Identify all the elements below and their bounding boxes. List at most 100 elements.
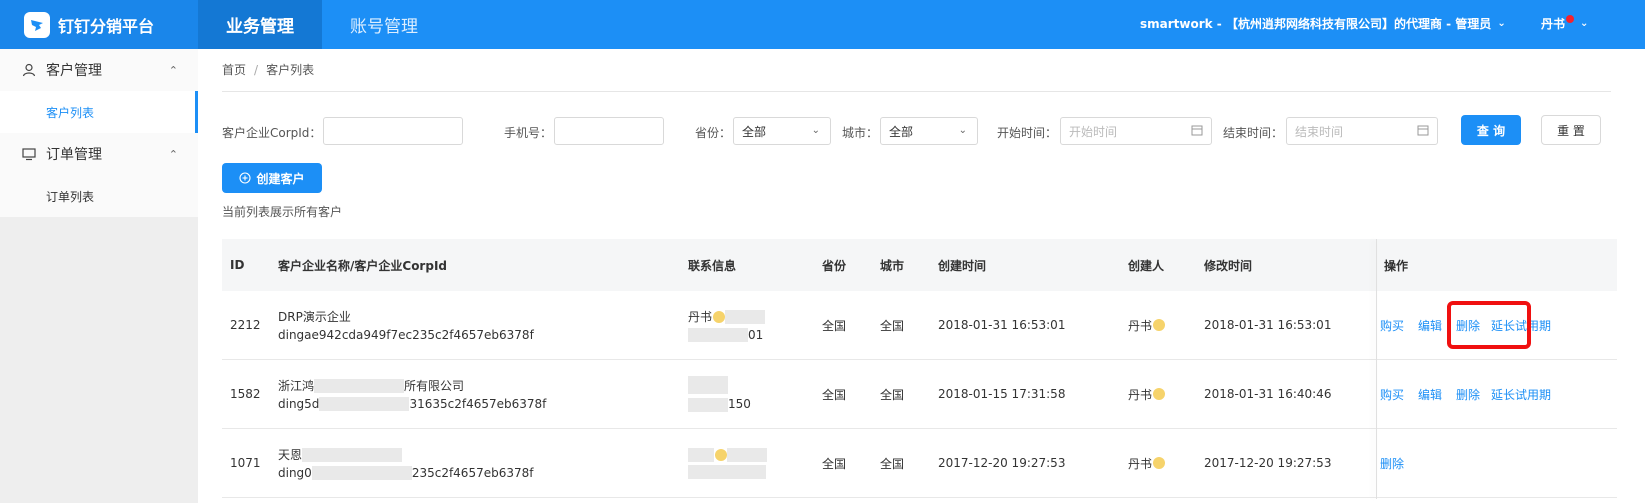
contact-name-wrap — [688, 447, 767, 462]
org-text: smartwork - 【杭州逍邦网络科技有限公司】的代理商 - 管理员 — [1140, 16, 1492, 31]
blurred-text — [688, 376, 728, 395]
cell-province: 全国 — [822, 387, 847, 402]
user-name: 丹书 — [1541, 16, 1566, 31]
table-row: 2212 DRP演示企业 dingae942cda949f7ec235c2f46… — [222, 291, 1617, 360]
start-time-label: 开始时间： — [997, 126, 1058, 140]
breadcrumb-separator: / — [254, 63, 259, 77]
reset-button[interactable]: 重 置 — [1541, 115, 1601, 145]
cell-name: 天恩 ding0 235c2f4657eb6378f — [278, 429, 533, 497]
customer-corpid-wrap: ding5d 31635c2f4657eb6378f — [278, 397, 546, 412]
create-customer-button[interactable]: 创建客户 — [222, 163, 322, 193]
cell-province: 全国 — [822, 318, 847, 333]
chevron-up-icon: ⌃ — [168, 147, 178, 161]
col-city: 城市 — [880, 258, 905, 273]
cell-city: 全国 — [880, 387, 905, 402]
breadcrumb-home[interactable]: 首页 — [222, 63, 246, 77]
col-id: ID — [230, 258, 245, 272]
sidebar-item-order-list[interactable]: 订单列表 — [0, 175, 198, 217]
cell-modified: 2017-12-20 19:27:53 — [1204, 456, 1332, 470]
contact-phone: 01 — [748, 327, 764, 342]
col-province: 省份 — [822, 258, 847, 273]
delete-link[interactable]: 删除 — [1380, 455, 1404, 472]
edit-link[interactable]: 编辑 — [1418, 317, 1442, 334]
creator-name: 丹书 — [1128, 318, 1153, 333]
sidebar-group-customer[interactable]: 客户管理 ⌃ — [0, 49, 198, 91]
dingtalk-logo-icon — [24, 11, 50, 38]
start-time-input[interactable]: 开始时间 — [1060, 117, 1212, 145]
emoji-icon — [1153, 319, 1166, 331]
top-nav: 业务管理 账号管理 — [198, 0, 446, 49]
blurred-text — [688, 447, 714, 462]
cell-created: 2018-01-31 16:53:01 — [938, 318, 1066, 332]
brand-title: 钉钉分销平台 — [58, 16, 155, 36]
province-value: 全部 — [742, 124, 767, 139]
end-time-input[interactable]: 结束时间 — [1286, 117, 1438, 145]
nav-account-management[interactable]: 账号管理 — [322, 0, 446, 49]
contact-name: 丹书 — [688, 309, 713, 324]
col-creator: 创建人 — [1128, 258, 1165, 273]
end-time-label: 结束时间： — [1223, 126, 1284, 140]
user-menu[interactable]: 丹书 ⌄ — [1541, 0, 1588, 46]
breadcrumb: 首页 / 客户列表 — [222, 61, 314, 78]
chevron-down-icon: ⌄ — [1497, 17, 1506, 29]
creator-name: 丹书 — [1128, 387, 1153, 402]
cell-operations: 删除 — [1380, 429, 1418, 497]
corpid-end: 31635c2f4657eb6378f — [409, 396, 547, 411]
nav-business-management[interactable]: 业务管理 — [198, 0, 322, 49]
cell-id: 2212 — [230, 318, 261, 332]
main-content: 首页 / 客户列表 客户企业CorpId： 手机号： 省份： 全部 ⌄ 城市： 全部… — [198, 49, 1645, 503]
cell-contact: 丹书 01 — [688, 291, 766, 359]
cell-modified: 2018-01-31 16:53:01 — [1204, 318, 1332, 332]
brand[interactable]: 钉钉分销平台 — [0, 0, 198, 49]
start-time-placeholder: 开始时间 — [1069, 124, 1118, 139]
cell-modified: 2018-01-31 16:40:46 — [1204, 387, 1332, 401]
query-button[interactable]: 查 询 — [1461, 115, 1521, 145]
col-operations: 操作 — [1384, 258, 1409, 273]
cell-contact: 150 — [688, 360, 751, 428]
corpid-start: ding5d — [278, 396, 320, 411]
buy-link[interactable]: 购买 — [1380, 386, 1404, 403]
edit-link[interactable]: 编辑 — [1418, 386, 1442, 403]
cell-creator: 丹书 — [1128, 360, 1166, 428]
sidebar-item-customer-list[interactable]: 客户列表 — [0, 91, 198, 133]
contact-phone: 150 — [728, 397, 751, 412]
cell-created: 2017-12-20 19:27:53 — [938, 456, 1066, 470]
extend-trial-link[interactable]: 延长试用期 — [1491, 386, 1551, 403]
col-created: 创建时间 — [938, 258, 987, 273]
contact-phone-wrap: 01 — [688, 328, 763, 343]
cell-id: 1071 — [230, 456, 261, 470]
corpid-start: ding0 — [278, 465, 312, 480]
chevron-down-icon: ⌄ — [811, 125, 820, 136]
sidebar-group-order[interactable]: 订单管理 ⌃ — [0, 133, 198, 175]
org-switcher[interactable]: smartwork - 【杭州逍邦网络科技有限公司】的代理商 - 管理员 ⌄ — [1140, 0, 1506, 46]
user-icon — [22, 63, 38, 77]
delete-link[interactable]: 删除 — [1456, 386, 1480, 403]
contact-phone-wrap: 150 — [688, 397, 751, 412]
customer-name-end: 所有限公司 — [404, 378, 465, 393]
buy-link[interactable]: 购买 — [1380, 317, 1404, 334]
sidebar: 客户管理 ⌃ 客户列表 订单管理 ⌃ 订单列表 — [0, 49, 198, 503]
create-customer-label: 创建客户 — [256, 171, 305, 186]
customer-corpid: dingae942cda949f7ec235c2f4657eb6378f — [278, 328, 534, 342]
province-select[interactable]: 全部 ⌄ — [733, 117, 831, 145]
customer-corpid-wrap: ding0 235c2f4657eb6378f — [278, 466, 533, 481]
cell-city: 全国 — [880, 318, 905, 333]
corpid-end: 235c2f4657eb6378f — [411, 465, 534, 480]
plus-circle-icon — [239, 172, 252, 184]
emoji-icon — [1153, 388, 1166, 400]
calendar-icon — [1191, 124, 1203, 139]
city-select[interactable]: 全部 ⌄ — [880, 117, 978, 145]
sidebar-menu: 客户管理 ⌃ 客户列表 订单管理 ⌃ 订单列表 — [0, 49, 198, 217]
blurred-text — [688, 397, 728, 412]
chevron-down-icon: ⌄ — [958, 125, 967, 136]
blurred-text — [727, 447, 767, 462]
cell-name: 浙江鸿 所有限公司 ding5d 31635c2f4657eb6378f — [278, 360, 546, 428]
city-label: 城市： — [842, 126, 879, 140]
chevron-up-icon: ⌃ — [168, 63, 178, 77]
corpid-input[interactable] — [323, 117, 463, 145]
emoji-icon — [715, 448, 727, 461]
notification-dot-icon — [1566, 15, 1575, 23]
table-row: 1071 天恩 ding0 235c2f4657eb6378f 全国 全国 201… — [222, 429, 1617, 498]
phone-input[interactable] — [554, 117, 664, 145]
cell-creator: 丹书 — [1128, 429, 1166, 497]
